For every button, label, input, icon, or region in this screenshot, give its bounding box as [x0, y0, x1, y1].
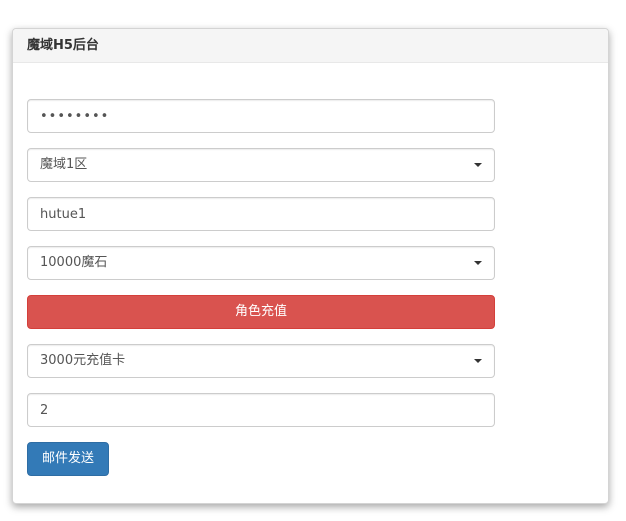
- role-recharge-button[interactable]: 角色充值: [27, 295, 495, 329]
- password-input[interactable]: [27, 99, 495, 133]
- caret-down-icon: [474, 261, 482, 265]
- mail-item-value: 3000元充值卡: [40, 353, 126, 368]
- panel-title: 魔域H5后台: [13, 29, 608, 63]
- mail-item-select[interactable]: 3000元充值卡: [27, 344, 495, 378]
- caret-down-icon: [474, 359, 482, 363]
- server-select-value: 魔域1区: [40, 157, 88, 172]
- recharge-amount-select[interactable]: 10000魔石: [27, 246, 495, 280]
- mail-quantity-input[interactable]: [27, 393, 495, 427]
- caret-down-icon: [474, 163, 482, 167]
- server-select[interactable]: 魔域1区: [27, 148, 495, 182]
- role-name-input[interactable]: [27, 197, 495, 231]
- recharge-amount-value: 10000魔石: [40, 255, 108, 270]
- send-mail-button[interactable]: 邮件发送: [27, 442, 109, 476]
- admin-panel: 魔域H5后台 魔域1区 10000魔石 角色充值 3000元充值卡 邮件发送: [12, 28, 609, 504]
